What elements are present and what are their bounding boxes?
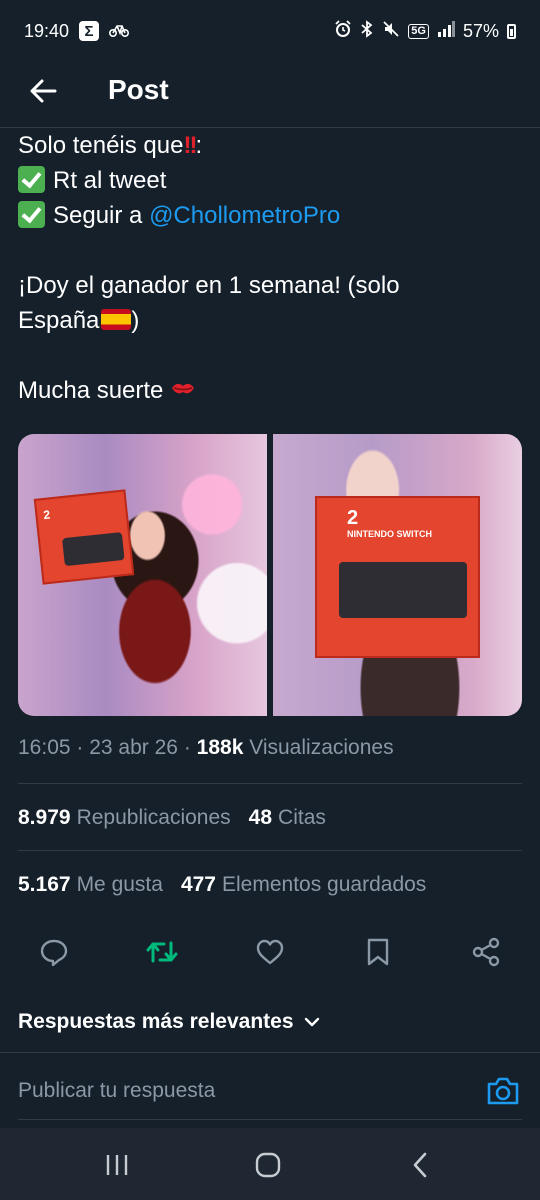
sigma-app-icon: Σ xyxy=(79,21,100,41)
views-count: 188k xyxy=(196,736,244,759)
status-time: 19:40 xyxy=(24,20,70,41)
box-screen xyxy=(62,532,125,567)
tweet-line-6: Mucha suerte xyxy=(18,373,523,408)
stats-row-1: 8.979 Republicaciones 48 Citas xyxy=(18,806,326,830)
reply-composer: Publicar tu respuesta xyxy=(0,1052,540,1128)
reply-icon xyxy=(40,939,68,967)
tweet-line-5-suffix: ) xyxy=(131,307,140,334)
repost-icon xyxy=(146,941,178,963)
replies-sort-label: Respuestas más relevantes xyxy=(18,1010,294,1033)
switch-logo-2-number: 2 xyxy=(347,507,359,529)
switch-logo-2-text: NINTENDO SWITCH xyxy=(347,529,432,539)
switch-box-2: 2 NINTENDO SWITCH xyxy=(315,496,480,658)
tweet-media[interactable]: 2 2 NINTENDO SWITCH xyxy=(18,434,522,716)
tweet-line-3: Seguir a @ChollometroPro xyxy=(18,198,523,233)
mention-link[interactable]: @ChollometroPro xyxy=(149,202,340,229)
tweet-text: Solo tenéis que!!: Rt al tweet Seguir a … xyxy=(18,128,523,408)
tweet-line-2: Rt al tweet xyxy=(18,163,523,198)
reply-button[interactable] xyxy=(32,930,76,974)
switch-box-1: 2 xyxy=(33,489,135,585)
tweet-line-2-text: Rt al tweet xyxy=(53,167,167,194)
back-nav-icon xyxy=(413,1152,427,1178)
network-type-icon: 5G xyxy=(408,23,429,39)
status-left: 19:40 Σ xyxy=(24,20,130,42)
views-label: Visualizaciones xyxy=(243,736,394,759)
meta-separator: · xyxy=(177,736,197,759)
page-title: Post xyxy=(108,74,169,105)
status-bar: 19:40 Σ 5G 57% xyxy=(0,0,540,62)
bookmarks-label: Elementos guardados xyxy=(222,873,427,896)
replies-sort-selector[interactable]: Respuestas más relevantes xyxy=(18,1010,320,1034)
spain-flag-icon xyxy=(101,309,132,330)
check-mark-icon xyxy=(18,166,45,193)
signal-icon xyxy=(437,20,455,42)
reposts-label: Republicaciones xyxy=(76,806,231,829)
stats-row-2: 5.167 Me gusta 477 Elementos guardados xyxy=(18,873,426,897)
camera-icon xyxy=(487,1077,519,1105)
bluetooth-icon xyxy=(360,19,374,43)
bookmark-button[interactable] xyxy=(356,930,400,974)
reply-input-underline xyxy=(18,1119,522,1120)
photo-1[interactable]: 2 xyxy=(18,434,267,716)
likes-count: 5.167 xyxy=(18,873,71,896)
divider xyxy=(18,850,522,851)
home-button[interactable] xyxy=(253,1150,283,1180)
switch-logo-2: 2 NINTENDO SWITCH xyxy=(347,508,432,540)
post-header: Post xyxy=(0,62,540,128)
reposts-stat[interactable]: 8.979 Republicaciones xyxy=(18,806,231,830)
alarm-icon xyxy=(334,19,352,43)
share-button[interactable] xyxy=(464,930,508,974)
back-button[interactable] xyxy=(26,74,60,108)
tweet-line-1: Solo tenéis que!!: xyxy=(18,128,523,163)
camera-button[interactable] xyxy=(486,1075,520,1107)
post-meta: 16:05 · 23 abr 26 · 188k Visualizaciones xyxy=(18,736,394,760)
reposts-count: 8.979 xyxy=(18,806,71,829)
tweet-line-5: España) xyxy=(18,303,523,338)
post-time: 16:05 xyxy=(18,736,71,759)
tweet-line-6-text: Mucha suerte xyxy=(18,377,164,404)
bike-notification-icon xyxy=(109,22,130,41)
check-mark-icon xyxy=(18,201,45,228)
bookmarks-stat[interactable]: 477 Elementos guardados xyxy=(181,873,426,897)
action-bar xyxy=(0,930,540,974)
switch-logo-1: 2 xyxy=(42,507,51,523)
photo-2[interactable]: 2 NINTENDO SWITCH xyxy=(273,434,522,716)
repost-button[interactable] xyxy=(140,930,184,974)
double-exclamation-icon: !! xyxy=(183,132,197,159)
reply-input[interactable]: Publicar tu respuesta xyxy=(18,1079,215,1103)
bookmarks-count: 477 xyxy=(180,873,216,896)
tweet-line-1-suffix: : xyxy=(195,132,203,159)
mute-icon xyxy=(382,20,400,43)
box-screen xyxy=(339,562,467,618)
recent-apps-button[interactable] xyxy=(102,1150,132,1180)
kiss-mark-icon xyxy=(170,378,196,403)
meta-separator: · xyxy=(70,736,90,759)
tweet-line-4: ¡Doy el ganador en 1 semana! (solo xyxy=(18,272,400,299)
likes-stat[interactable]: 5.167 Me gusta xyxy=(18,873,163,897)
recent-apps-icon xyxy=(106,1155,128,1175)
tweet-line-1-text: Solo tenéis que xyxy=(18,132,184,159)
likes-label: Me gusta xyxy=(76,873,163,896)
like-button[interactable] xyxy=(248,930,292,974)
share-icon xyxy=(472,937,500,967)
divider xyxy=(18,783,522,784)
arrow-left-icon xyxy=(30,79,57,103)
quotes-label: Citas xyxy=(278,806,326,829)
tweet-line-5-text: España xyxy=(18,307,100,334)
battery-icon xyxy=(507,23,516,39)
post-date: 23 abr 26 xyxy=(89,736,178,759)
status-right: 5G 57% xyxy=(334,19,516,43)
tweet-line-3-text: Seguir a xyxy=(53,202,150,229)
battery-percent: 57% xyxy=(462,20,499,41)
back-nav-button[interactable] xyxy=(405,1150,435,1180)
bookmark-icon xyxy=(367,938,389,966)
home-icon xyxy=(255,1152,281,1178)
quotes-count: 48 xyxy=(248,806,273,829)
quotes-stat[interactable]: 48 Citas xyxy=(249,806,326,830)
heart-icon xyxy=(256,939,284,965)
chevron-down-icon xyxy=(304,1017,319,1027)
system-nav-bar xyxy=(0,1128,540,1200)
